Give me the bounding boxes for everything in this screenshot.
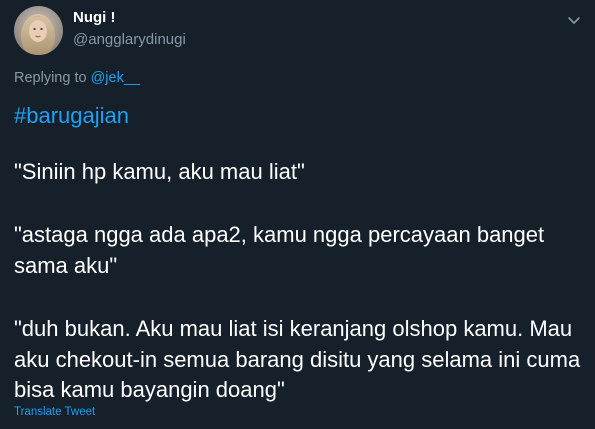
display-name[interactable]: Nugi ! <box>73 9 186 27</box>
reply-context: Replying to @jek__ <box>14 69 140 87</box>
reply-prefix: Replying to <box>14 70 87 86</box>
profile-photo-icon <box>14 6 63 55</box>
user-handle[interactable]: @angglarydinugi <box>73 30 186 49</box>
translate-tweet-link[interactable]: Translate Tweet <box>14 405 95 419</box>
tweet-card: Nugi ! @angglarydinugi Replying to @jek_… <box>0 0 595 429</box>
avatar[interactable] <box>14 6 63 55</box>
chevron-down-icon[interactable] <box>567 12 581 24</box>
reply-mention-link[interactable]: @jek__ <box>91 70 140 86</box>
hashtag-link[interactable]: #barugajian <box>14 103 129 129</box>
tweet-paragraph: "astaga ngga ada apa2, kamu ngga percaya… <box>14 222 545 278</box>
tweet-paragraph: "duh bukan. Aku mau liat isi keranjang o… <box>14 316 581 402</box>
author-header: Nugi ! @angglarydinugi <box>73 9 186 49</box>
tweet-paragraph: "Siniin hp kamu, aku mau liat" <box>14 159 305 184</box>
